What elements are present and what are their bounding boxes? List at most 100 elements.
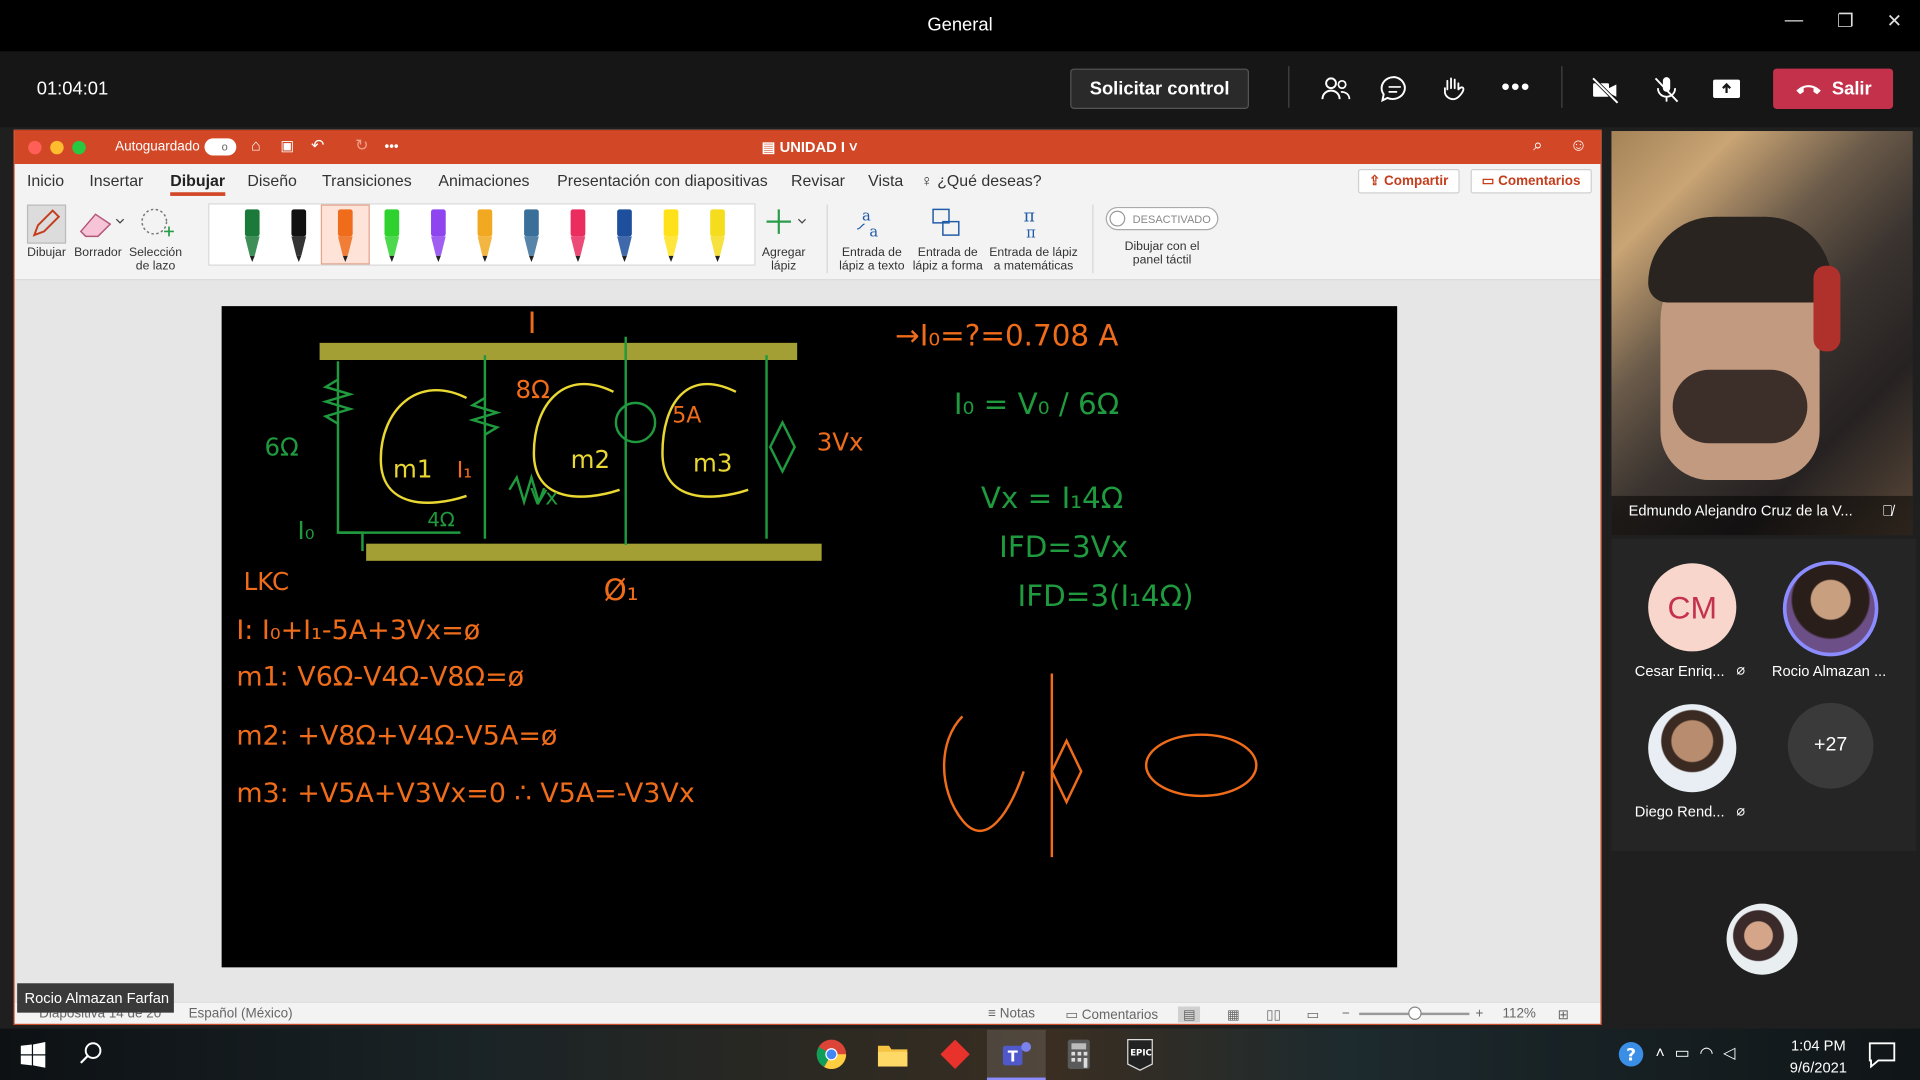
- circuit-label-i1: I₁: [457, 459, 472, 484]
- more-participants-button[interactable]: +27: [1787, 702, 1874, 789]
- share-button[interactable]: ⇪ Compartir: [1357, 168, 1460, 194]
- share-screen-icon[interactable]: [1711, 73, 1743, 105]
- status-comments-button[interactable]: ▭ Comentarios: [1065, 1007, 1158, 1023]
- svg-text:a: a: [869, 223, 878, 240]
- lasso-label: Selección de lazo: [127, 246, 183, 273]
- more-options-icon[interactable]: •••: [1501, 73, 1530, 101]
- draw-tool-button[interactable]: [26, 204, 67, 244]
- avatar-cm[interactable]: CM: [1648, 563, 1737, 652]
- tab-presentacion[interactable]: Presentación con diapositivas: [557, 171, 768, 189]
- pen-swatch-11[interactable]: [704, 208, 731, 263]
- featured-participant-name: Edmundo Alejandro Cruz de la V... 🎙̸: [1611, 495, 1913, 536]
- search-icon[interactable]: ⌕: [1533, 135, 1543, 156]
- taskbar-clock[interactable]: 1:04 PM 9/6/2021: [1769, 1035, 1867, 1079]
- featured-video[interactable]: [1611, 131, 1913, 536]
- divider: [826, 204, 828, 274]
- request-control-button[interactable]: Solicitar control: [1070, 68, 1249, 109]
- search-icon[interactable]: [73, 1036, 110, 1073]
- participant-name: Rocio Almazan ...: [1771, 662, 1887, 680]
- notes-button[interactable]: ≡ Notas: [988, 1007, 1035, 1022]
- home-icon[interactable]: ⌂: [251, 136, 261, 154]
- zoom-slider-knob[interactable]: [1408, 1006, 1422, 1021]
- touchpad-toggle[interactable]: DESACTIVADO: [1105, 206, 1219, 231]
- comments-button[interactable]: ▭ Comentarios: [1470, 168, 1592, 194]
- help-icon[interactable]: ?: [1614, 1036, 1651, 1073]
- pen-swatch-6[interactable]: [471, 208, 498, 263]
- pen-swatch-9[interactable]: [611, 208, 638, 263]
- pen-swatch-4[interactable]: [378, 208, 405, 263]
- leave-label: Salir: [1831, 78, 1872, 100]
- pen-swatch-7[interactable]: [518, 208, 545, 263]
- tab-inicio[interactable]: Inicio: [27, 171, 64, 189]
- svg-text:?: ?: [1626, 1045, 1636, 1065]
- ribbon-tabs: Inicio Insertar Dibujar Diseño Transicio…: [14, 164, 1601, 198]
- tab-revisar[interactable]: Revisar: [791, 171, 845, 189]
- muted-mic-icon: ⌀: [1736, 802, 1746, 820]
- eraser-icon[interactable]: [76, 204, 125, 243]
- pen-swatch-5[interactable]: [425, 208, 452, 263]
- fit-slide-icon[interactable]: ⊞: [1558, 1007, 1569, 1023]
- tab-animaciones[interactable]: Animaciones: [438, 171, 529, 189]
- pen-swatch-2[interactable]: [285, 208, 312, 263]
- notifications-icon[interactable]: [1864, 1036, 1901, 1073]
- document-title[interactable]: ▤ UNIDAD I ˅: [762, 138, 858, 155]
- beard-shape: [1672, 369, 1808, 444]
- restore-button[interactable]: ❐: [1827, 10, 1864, 39]
- more-icon[interactable]: •••: [384, 140, 398, 155]
- ink-to-math-icon[interactable]: ππ: [1014, 204, 1051, 242]
- smiley-icon[interactable]: ☺: [1570, 135, 1588, 155]
- tab-vista[interactable]: Vista: [868, 171, 903, 189]
- pen-swatch-3[interactable]: [332, 208, 359, 263]
- slideshow-view-icon[interactable]: ▭: [1307, 1007, 1320, 1023]
- epic-games-icon[interactable]: EPIC: [1122, 1036, 1159, 1073]
- system-tray-icons[interactable]: ˄▭◠◁: [1656, 1043, 1746, 1063]
- file-explorer-icon[interactable]: [874, 1036, 911, 1073]
- participants-icon[interactable]: [1320, 73, 1352, 105]
- leave-button[interactable]: Salir: [1773, 68, 1894, 109]
- chat-icon[interactable]: [1379, 73, 1411, 105]
- slide[interactable]: I 8Ω 5A 6Ω 3Vx m1 m2 m3 I₁ Vx 4Ω I₀ Ø₁ L…: [221, 306, 1398, 968]
- raise-hand-icon[interactable]: [1439, 73, 1471, 105]
- lasso-icon[interactable]: [137, 204, 176, 243]
- self-avatar[interactable]: [1726, 903, 1798, 975]
- zoom-level[interactable]: 112%: [1502, 1007, 1535, 1022]
- tell-me-box[interactable]: ♀ ¿Qué deseas?: [921, 171, 1042, 189]
- sorter-view-icon[interactable]: ▦: [1227, 1007, 1240, 1023]
- clock-date: 9/6/2021: [1789, 1059, 1847, 1077]
- tab-transiciones[interactable]: Transiciones: [322, 171, 412, 189]
- ink-to-text-icon[interactable]: aa: [852, 204, 889, 241]
- avatar-rocio[interactable]: [1782, 560, 1879, 657]
- redo-icon[interactable]: ↻: [355, 136, 368, 156]
- camera-off-icon[interactable]: [1589, 73, 1621, 105]
- pen-swatch-10[interactable]: [658, 208, 685, 263]
- mac-close-dot[interactable]: [28, 140, 42, 155]
- tab-insertar[interactable]: Insertar: [89, 171, 143, 189]
- ink-to-shape-icon[interactable]: [928, 204, 965, 241]
- tab-dibujar[interactable]: Dibujar: [170, 171, 226, 196]
- io-equation: I₀ = V₀ / 6Ω: [954, 387, 1119, 421]
- mac-minimize-dot[interactable]: [50, 140, 64, 155]
- close-button[interactable]: ✕: [1876, 10, 1913, 39]
- tab-diseno[interactable]: Diseño: [247, 171, 297, 189]
- calculator-icon[interactable]: [1060, 1036, 1097, 1073]
- add-pen-icon[interactable]: [762, 204, 806, 241]
- windows-start-icon[interactable]: [15, 1036, 52, 1073]
- language-status[interactable]: Español (México): [189, 1007, 293, 1022]
- mac-zoom-dot[interactable]: [72, 140, 86, 155]
- zoom-in-button[interactable]: +: [1476, 1007, 1484, 1022]
- pen-swatch-8[interactable]: [564, 208, 591, 263]
- share-label: Compartir: [1384, 173, 1449, 189]
- save-icon[interactable]: ▣: [280, 137, 294, 154]
- minimize-button[interactable]: —: [1776, 10, 1813, 39]
- chrome-icon[interactable]: [813, 1036, 850, 1073]
- avatar-diego[interactable]: [1648, 704, 1737, 793]
- autosave-toggle[interactable]: o: [204, 138, 237, 156]
- reading-view-icon[interactable]: ▯▯: [1266, 1007, 1281, 1023]
- microphone-off-icon[interactable]: [1651, 73, 1683, 105]
- pen-swatch-1[interactable]: [239, 208, 266, 263]
- zoom-out-button[interactable]: −: [1342, 1007, 1350, 1022]
- undo-icon[interactable]: ↶: [311, 136, 324, 156]
- normal-view-icon[interactable]: ▤: [1177, 1006, 1201, 1023]
- red-app-icon[interactable]: [937, 1036, 974, 1073]
- teams-icon[interactable]: T: [998, 1036, 1035, 1073]
